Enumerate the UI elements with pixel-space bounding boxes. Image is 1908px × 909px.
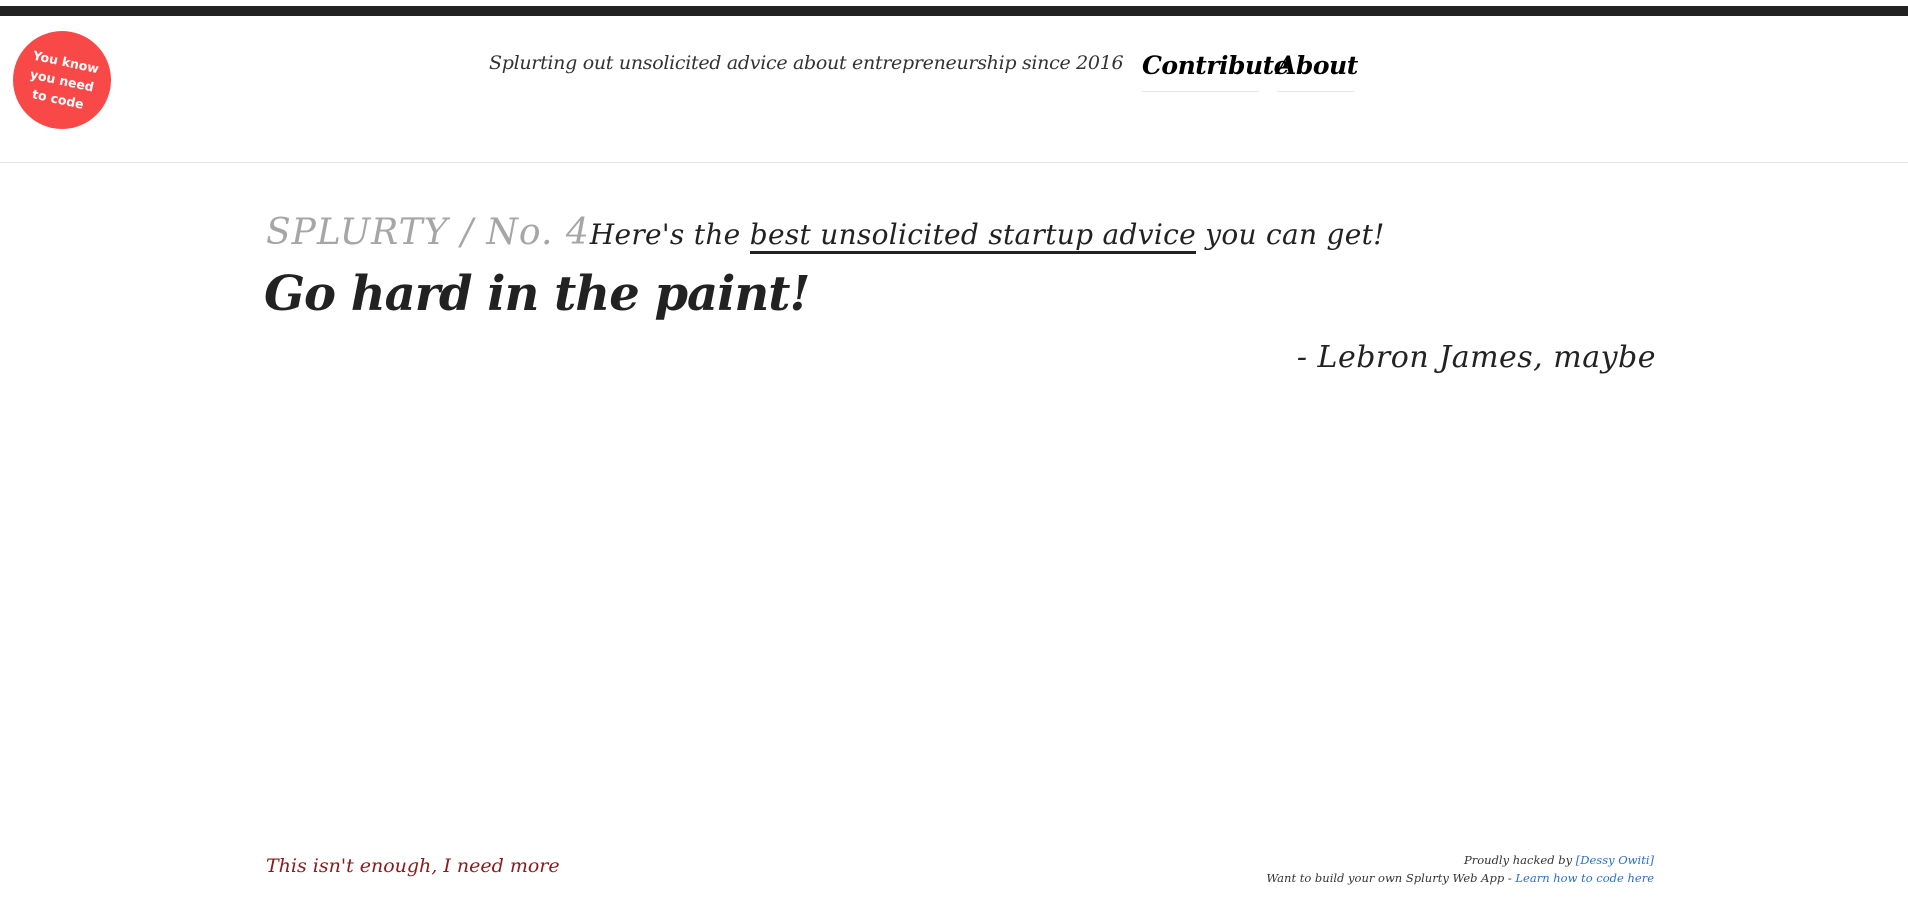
header-divider	[0, 162, 1908, 163]
footer-credits: Proudly hacked by [Dessy Owiti] Want to …	[1266, 851, 1654, 887]
splurty-number: SPLURTY / No. 4	[266, 212, 590, 253]
more-advice-link[interactable]: This isn't enough, I need more	[266, 855, 560, 877]
learn-to-code-link[interactable]: Learn how to code here	[1515, 871, 1654, 885]
site-tagline: Splurting out unsolicited advice about e…	[489, 52, 1124, 74]
badge-text: You know you need to code	[22, 45, 102, 115]
page-headline: SPLURTY / No. 4Here's the best unsolicit…	[266, 208, 1385, 264]
intro-before: Here's the	[589, 218, 741, 251]
intro-text: Here's the best unsolicited startup advi…	[590, 218, 1385, 254]
credit-line: Proudly hacked by [Dessy Owiti]	[1266, 851, 1654, 869]
top-bar	[0, 6, 1908, 16]
intro-after: you can get!	[1205, 218, 1385, 251]
nav-about-link[interactable]: About	[1277, 51, 1358, 92]
nav-contribute-link[interactable]: Contribute	[1142, 51, 1290, 92]
build-line: Want to build your own Splurty Web App -…	[1266, 869, 1654, 887]
advice-quote: Go hard in the paint!	[264, 266, 810, 322]
learn-to-code-badge[interactable]: You know you need to code	[13, 31, 111, 129]
credit-prefix: Proudly hacked by	[1464, 853, 1573, 867]
author-link[interactable]: [Dessy Owiti]	[1576, 853, 1654, 867]
startup-advice-link[interactable]: best unsolicited startup advice	[749, 218, 1196, 254]
quote-attribution: - Lebron James, maybe	[1296, 340, 1656, 375]
build-prefix: Want to build your own Splurty Web App -	[1266, 871, 1512, 885]
